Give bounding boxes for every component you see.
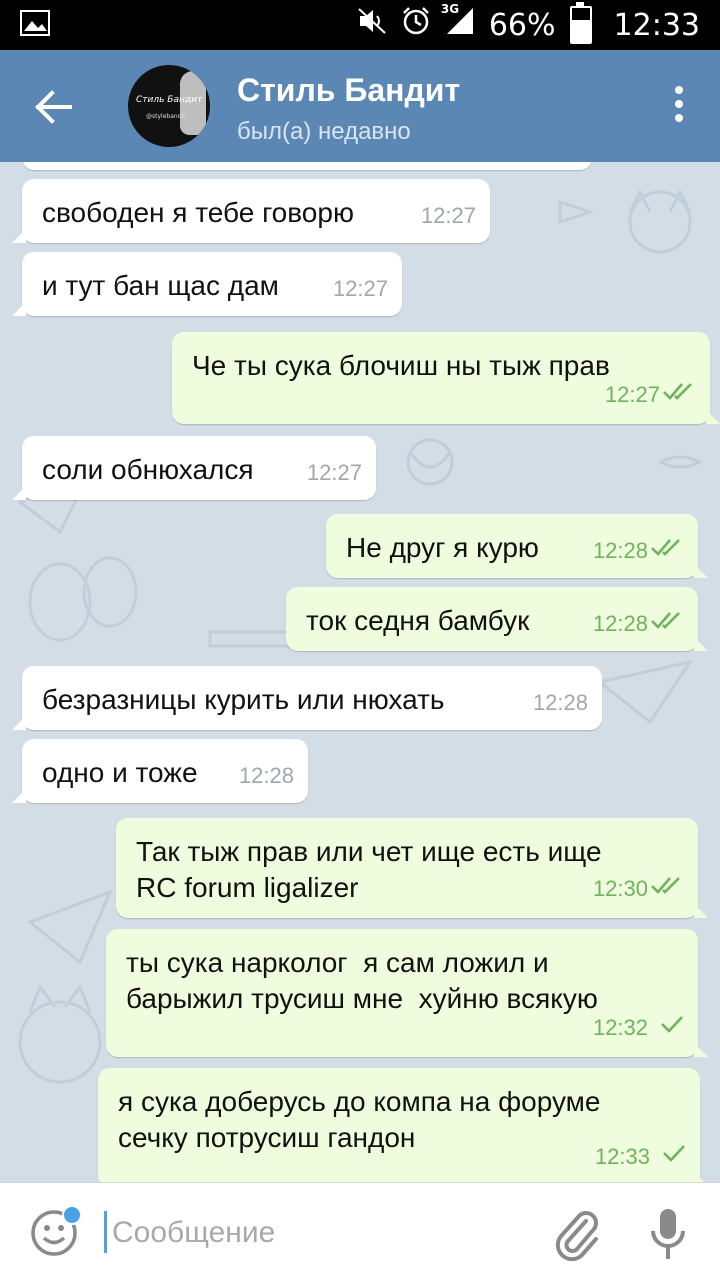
- message-text: ты сука нарколог я сам ложил и барыжил т…: [126, 947, 598, 1014]
- message-text: я сука доберусь до компа на форуме сечку…: [118, 1086, 601, 1153]
- outgoing-message[interactable]: Че ты сука блочиш ны тыж прав 12:27: [172, 332, 720, 424]
- double-check-icon: [650, 610, 684, 635]
- paperclip-icon[interactable]: [552, 1207, 602, 1262]
- microphone-icon[interactable]: [648, 1207, 688, 1263]
- emoji-icon[interactable]: [30, 1205, 82, 1257]
- composer: [0, 1182, 720, 1281]
- incoming-message-partial[interactable]: [22, 162, 592, 170]
- gallery-notification-icon: [20, 10, 50, 40]
- message-field[interactable]: [104, 1207, 524, 1257]
- outgoing-message[interactable]: Так тыж прав или чет ище есть ище RC for…: [116, 818, 708, 918]
- incoming-message[interactable]: одно и тоже 12:28: [12, 739, 308, 803]
- message-time: 12:32: [592, 1015, 648, 1040]
- check-icon: [660, 1014, 684, 1039]
- back-arrow-icon[interactable]: [30, 84, 80, 130]
- mute-icon: [357, 7, 387, 43]
- message-input[interactable]: [110, 1209, 514, 1257]
- message-text: одно и тоже: [42, 757, 198, 788]
- bubble-tail: [694, 904, 708, 918]
- bubble-tail: [694, 637, 708, 651]
- bubble-tail: [12, 789, 26, 803]
- double-check-icon: [662, 381, 696, 406]
- message-text: Так тыж прав или чет ище есть ище RC for…: [136, 836, 602, 903]
- outgoing-message[interactable]: Не друг я курю 12:28: [326, 514, 708, 578]
- emoji-new-badge: [62, 1205, 82, 1225]
- message-time: 12:27: [306, 460, 362, 485]
- check-icon: [662, 1143, 686, 1168]
- signal-icon: 3G: [441, 2, 475, 44]
- alarm-icon: [401, 6, 431, 44]
- message-time: 12:28: [592, 538, 648, 563]
- clock: 12:33: [613, 7, 700, 43]
- message-text: соли обнюхался: [42, 454, 254, 485]
- incoming-message[interactable]: свободен я тебе говорю 12:27: [12, 179, 490, 243]
- message-text: ток седня бамбук: [306, 605, 530, 636]
- avatar-handle: @stylebandit: [146, 113, 186, 120]
- bubble-tail: [696, 1174, 710, 1182]
- status-bar: 3G 66% 12:33: [0, 0, 720, 50]
- double-check-icon: [650, 875, 684, 900]
- incoming-message[interactable]: соли обнюхался 12:27: [12, 436, 376, 500]
- message-list[interactable]: свободен я тебе говорю 12:27 и тут бан щас…: [0, 162, 720, 1182]
- message-text: и тут бан щас дам: [42, 270, 279, 301]
- double-check-icon: [650, 537, 684, 562]
- battery-icon: [569, 2, 592, 44]
- network-type: 3G: [440, 2, 460, 16]
- message-time: 12:27: [332, 276, 388, 301]
- outgoing-message[interactable]: ток седня бамбук 12:28: [286, 587, 708, 651]
- message-time: 12:30: [592, 876, 648, 901]
- message-time: 12:28: [532, 690, 588, 715]
- bubble-tail: [12, 302, 26, 316]
- contact-status: был(а) недавно: [237, 118, 411, 145]
- message-time: 12:28: [238, 763, 294, 788]
- battery-percent: 66%: [488, 7, 556, 43]
- outgoing-message[interactable]: я сука доберусь до компа на форуме сечку…: [98, 1068, 710, 1182]
- message-text: свободен я тебе говорю: [42, 197, 354, 228]
- more-menu-icon[interactable]: [672, 86, 686, 126]
- message-text: безразницы курить или нюхать: [42, 684, 445, 715]
- text-caret: [104, 1211, 107, 1253]
- bubble-tail: [12, 486, 26, 500]
- bubble-tail: [694, 564, 708, 578]
- contact-name[interactable]: Стиль Бандит: [237, 72, 460, 109]
- bubble-tail: [12, 229, 26, 243]
- bubble-tail: [12, 716, 26, 730]
- message-time: 12:27: [420, 203, 476, 228]
- avatar-title: Стиль Бандит: [136, 95, 203, 105]
- avatar[interactable]: Стиль Бандит @stylebandit: [128, 65, 210, 147]
- bubble-tail: [694, 1043, 708, 1057]
- message-time: 12:33: [594, 1144, 650, 1169]
- outgoing-message[interactable]: ты сука нарколог я сам ложил и барыжил т…: [106, 929, 708, 1057]
- message-time: 12:28: [592, 611, 648, 636]
- message-time: 12:27: [604, 382, 660, 407]
- message-text: Не друг я курю: [346, 532, 539, 563]
- message-text: Че ты сука блочиш ны тыж прав: [192, 350, 610, 381]
- bubble-tail: [706, 410, 720, 424]
- incoming-message[interactable]: безразницы курить или нюхать 12:28: [12, 666, 602, 730]
- chat-header: Стиль Бандит @stylebandit Стиль Бандит б…: [0, 50, 720, 162]
- incoming-message[interactable]: и тут бан щас дам 12:27: [12, 252, 402, 316]
